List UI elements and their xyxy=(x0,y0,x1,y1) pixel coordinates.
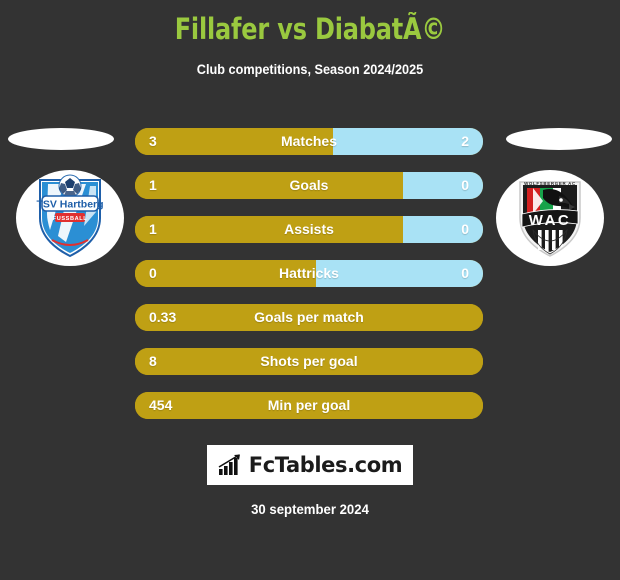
stat-label: Assists xyxy=(284,221,334,237)
stats-bar-list: 3 Matches 2 1 Goals 0 1 Assists 0 0 Hatt… xyxy=(135,128,483,436)
away-value: 0 xyxy=(461,265,469,281)
stat-row-goals: 1 Goals 0 xyxy=(135,172,483,199)
wac-crest-icon: WAC WOLFSBERGER AC xyxy=(519,181,581,257)
away-club-crest: WAC WOLFSBERGER AC xyxy=(496,170,604,266)
bar-chart-growth-icon xyxy=(218,454,240,475)
away-value: 2 xyxy=(461,133,469,149)
away-value: 0 xyxy=(461,221,469,237)
stat-row-shots-per-goal: 8 Shots per goal xyxy=(135,348,483,375)
stat-row-min-per-goal: 454 Min per goal xyxy=(135,392,483,419)
page-subtitle: Club competitions, Season 2024/2025 xyxy=(196,62,424,77)
decorative-ellipse-left xyxy=(8,128,114,150)
generated-date: 30 september 2024 xyxy=(251,501,369,517)
stat-label: Shots per goal xyxy=(260,353,358,369)
tsv-hartberg-crest-icon: TSV Hartberg FUSSBALL xyxy=(36,174,104,258)
stat-row-hattricks: 0 Hattricks 0 xyxy=(135,260,483,287)
page-title: Fillafer vs DiabatÃ© xyxy=(174,12,446,46)
brand-name: FcTables.com xyxy=(248,453,403,477)
svg-text:TSV Hartberg: TSV Hartberg xyxy=(36,199,103,211)
stat-row-assists: 1 Assists 0 xyxy=(135,216,483,243)
stat-label: Hattricks xyxy=(279,265,339,281)
stat-label: Min per goal xyxy=(267,397,351,413)
stat-label: Goals xyxy=(289,177,329,193)
stat-label: Goals per match xyxy=(254,309,364,325)
away-value: 0 xyxy=(461,177,469,193)
svg-text:WAC: WAC xyxy=(529,212,572,229)
svg-text:WOLFSBERGER AC: WOLFSBERGER AC xyxy=(524,181,576,186)
stat-label: Matches xyxy=(280,133,338,149)
svg-text:FUSSBALL: FUSSBALL xyxy=(53,216,88,222)
stat-row-goals-per-match: 0.33 Goals per match xyxy=(135,304,483,331)
home-club-crest: TSV Hartberg FUSSBALL xyxy=(16,170,124,266)
comparison-infographic: Fillafer vs DiabatÃ© Club competitions, … xyxy=(0,0,620,580)
brand-logo[interactable]: FcTables.com xyxy=(207,445,413,485)
stat-row-matches: 3 Matches 2 xyxy=(135,128,483,155)
decorative-ellipse-right xyxy=(506,128,612,150)
